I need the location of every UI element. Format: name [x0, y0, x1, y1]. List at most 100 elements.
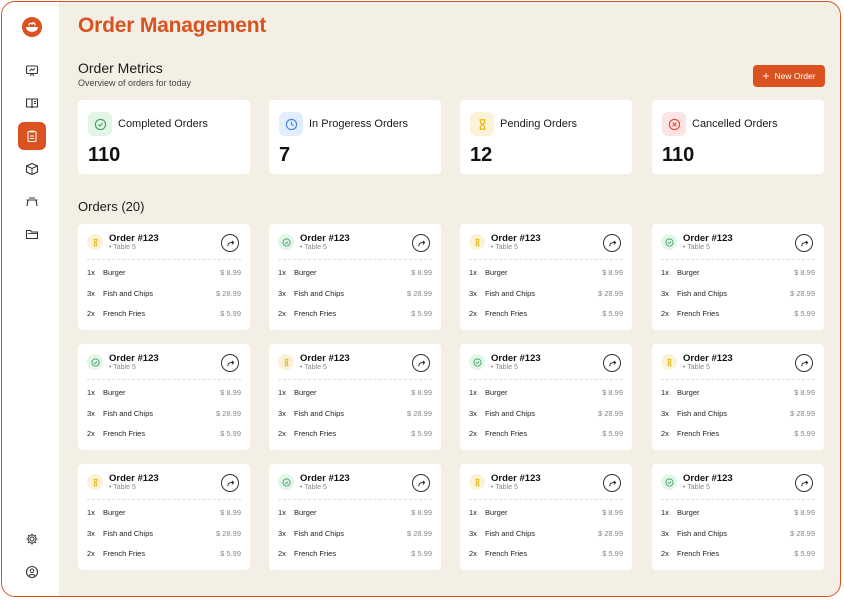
- arrow-forward-icon: [417, 479, 425, 486]
- item-qty: 1x: [87, 388, 95, 397]
- sidebar-item-dashboard[interactable]: [18, 57, 46, 85]
- box-icon: [25, 162, 39, 176]
- item-price: $ 5.99: [794, 429, 815, 438]
- divider: [661, 499, 815, 500]
- item-qty: 2x: [87, 549, 95, 558]
- item-name: Burger: [294, 508, 317, 517]
- open-order-button[interactable]: [795, 474, 813, 492]
- item-name: Fish and Chips: [294, 409, 345, 418]
- arrow-forward-icon: [417, 239, 425, 246]
- order-line-item: 1x Burger $ 8.99: [661, 388, 815, 400]
- divider: [278, 259, 432, 260]
- order-card[interactable]: Order #123 • Table 5 1x Burger $ 8.99 3x Fis…: [78, 344, 250, 450]
- item-price: $ 5.99: [411, 549, 432, 558]
- item-name: French Fries: [485, 309, 528, 318]
- x-circle-icon: [662, 112, 686, 136]
- divider: [661, 259, 815, 260]
- order-line-item: 2x French Fries $ 5.99: [87, 429, 241, 441]
- item-name: Fish and Chips: [677, 289, 728, 298]
- open-order-button[interactable]: [795, 234, 813, 252]
- item-qty: 3x: [661, 289, 669, 298]
- sidebar-item-inventory[interactable]: [18, 155, 46, 183]
- item-name: French Fries: [294, 309, 337, 318]
- order-card[interactable]: Order #123 • Table 5 1x Burger $ 8.99 3x Fis…: [652, 344, 824, 450]
- item-price: $ 28.99: [215, 409, 241, 418]
- open-order-button[interactable]: [412, 234, 430, 252]
- order-card[interactable]: Order #123 • Table 5 1x Burger $ 8.99 3x Fis…: [78, 464, 250, 570]
- order-table: • Table 5: [109, 244, 136, 251]
- order-card[interactable]: Order #123 • Table 5 1x Burger $ 8.99 3x Fis…: [269, 344, 441, 450]
- sidebar-item-settings[interactable]: [18, 525, 46, 553]
- check-circle-icon: [87, 354, 103, 370]
- order-line-item: 1x Burger $ 8.99: [87, 508, 241, 520]
- item-price: $ 8.99: [794, 508, 815, 517]
- open-order-button[interactable]: [221, 234, 239, 252]
- order-line-item: 1x Burger $ 8.99: [278, 508, 432, 520]
- item-qty: 2x: [661, 429, 669, 438]
- order-card[interactable]: Order #123 • Table 5 1x Burger $ 8.99 3x Fis…: [269, 464, 441, 570]
- order-line-item: 1x Burger $ 8.99: [87, 268, 241, 280]
- hourglass-icon: [661, 354, 677, 370]
- order-card[interactable]: Order #123 • Table 5 1x Burger $ 8.99 3x Fis…: [652, 464, 824, 570]
- sidebar: [2, 2, 59, 596]
- order-card[interactable]: Order #123 • Table 5 1x Burger $ 8.99 3x Fis…: [269, 224, 441, 330]
- open-order-button[interactable]: [603, 234, 621, 252]
- item-price: $ 28.99: [789, 289, 815, 298]
- check-circle-icon: [661, 474, 677, 490]
- new-order-button[interactable]: + New Order: [753, 65, 825, 87]
- item-price: $ 8.99: [220, 508, 241, 517]
- order-line-item: 1x Burger $ 8.99: [469, 388, 623, 400]
- item-qty: 1x: [278, 388, 286, 397]
- open-order-button[interactable]: [221, 354, 239, 372]
- orders-title: Orders (20): [78, 199, 145, 214]
- sidebar-item-menu[interactable]: [18, 89, 46, 117]
- open-order-button[interactable]: [412, 354, 430, 372]
- item-name: Fish and Chips: [677, 409, 728, 418]
- check-circle-icon: [661, 234, 677, 250]
- item-name: Fish and Chips: [677, 529, 728, 538]
- item-name: French Fries: [485, 549, 528, 558]
- sidebar-item-tables[interactable]: [18, 188, 46, 216]
- arrow-forward-icon: [800, 239, 808, 246]
- item-qty: 2x: [469, 429, 477, 438]
- order-line-item: 3x Fish and Chips $ 28.99: [469, 289, 623, 301]
- check-circle-icon: [278, 234, 294, 250]
- order-line-item: 2x French Fries $ 5.99: [469, 309, 623, 321]
- item-name: Burger: [485, 508, 508, 517]
- order-card[interactable]: Order #123 • Table 5 1x Burger $ 8.99 3x Fis…: [652, 224, 824, 330]
- divider: [469, 259, 623, 260]
- check-circle-icon: [278, 474, 294, 490]
- item-name: French Fries: [103, 309, 146, 318]
- item-qty: 3x: [278, 409, 286, 418]
- item-name: Burger: [294, 388, 317, 397]
- order-line-item: 3x Fish and Chips $ 28.99: [87, 409, 241, 421]
- order-line-item: 3x Fish and Chips $ 28.99: [87, 289, 241, 301]
- order-line-item: 3x Fish and Chips $ 28.99: [278, 529, 432, 541]
- open-order-button[interactable]: [603, 354, 621, 372]
- open-order-button[interactable]: [603, 474, 621, 492]
- item-qty: 3x: [661, 529, 669, 538]
- item-qty: 1x: [661, 268, 669, 277]
- item-price: $ 5.99: [794, 549, 815, 558]
- sidebar-item-files[interactable]: [18, 220, 46, 248]
- item-qty: 1x: [278, 508, 286, 517]
- order-table: • Table 5: [300, 244, 327, 251]
- order-line-item: 3x Fish and Chips $ 28.99: [469, 409, 623, 421]
- check-circle-icon: [88, 112, 112, 136]
- order-card[interactable]: Order #123 • Table 5 1x Burger $ 8.99 3x Fis…: [460, 224, 632, 330]
- sidebar-item-orders[interactable]: [18, 122, 46, 150]
- open-order-button[interactable]: [221, 474, 239, 492]
- order-card[interactable]: Order #123 • Table 5 1x Burger $ 8.99 3x Fis…: [460, 464, 632, 570]
- item-qty: 2x: [278, 309, 286, 318]
- order-line-item: 1x Burger $ 8.99: [469, 508, 623, 520]
- order-line-item: 2x French Fries $ 5.99: [469, 429, 623, 441]
- item-qty: 3x: [661, 409, 669, 418]
- order-table: • Table 5: [491, 364, 518, 371]
- arrow-forward-icon: [608, 479, 616, 486]
- open-order-button[interactable]: [412, 474, 430, 492]
- sidebar-item-profile[interactable]: [18, 558, 46, 586]
- open-order-button[interactable]: [795, 354, 813, 372]
- order-card[interactable]: Order #123 • Table 5 1x Burger $ 8.99 3x Fis…: [78, 224, 250, 330]
- order-line-item: 1x Burger $ 8.99: [661, 268, 815, 280]
- order-card[interactable]: Order #123 • Table 5 1x Burger $ 8.99 3x Fis…: [460, 344, 632, 450]
